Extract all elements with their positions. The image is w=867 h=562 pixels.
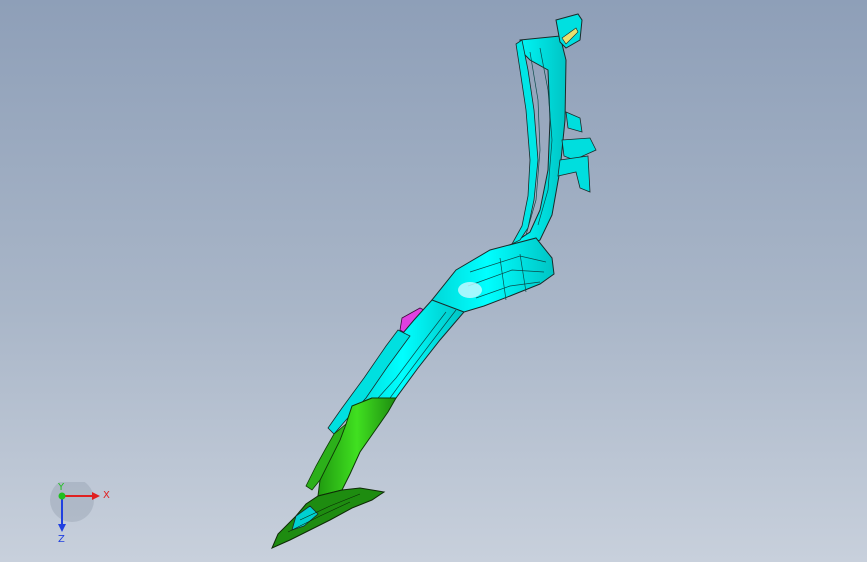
3d-viewport[interactable]: X Y Z (0, 0, 867, 562)
junction-highlight (458, 282, 482, 298)
junction-block (431, 237, 555, 319)
x-axis-arrow (92, 492, 100, 500)
triad-origin-shadow (50, 482, 94, 522)
upper-rail-flange (511, 39, 539, 245)
side-bracket-2 (561, 137, 597, 161)
side-bracket-1 (565, 111, 583, 133)
x-axis-label: X (103, 490, 110, 501)
y-axis-label: Y (57, 482, 65, 493)
coordinate-triad: X Y Z (50, 482, 110, 544)
side-bracket-3 (557, 155, 591, 193)
z-axis-label: Z (58, 534, 65, 544)
z-axis-arrow (58, 524, 66, 532)
car-pillar-part-model[interactable] (0, 0, 867, 562)
y-axis-dot (58, 492, 66, 500)
bottom-foot (271, 487, 386, 549)
